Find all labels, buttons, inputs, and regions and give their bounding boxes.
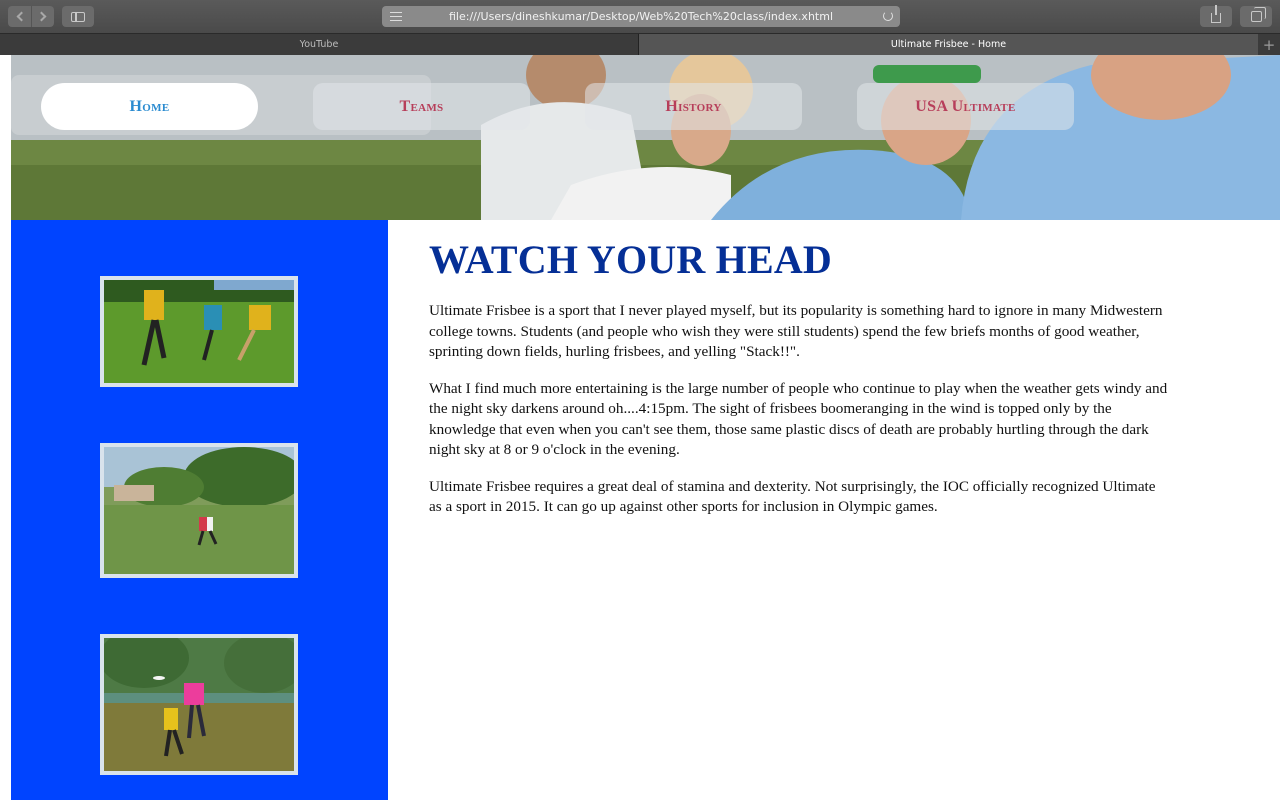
reload-icon[interactable] <box>883 11 893 21</box>
back-button[interactable] <box>8 6 31 27</box>
chevron-right-icon <box>36 11 47 22</box>
page-headline: WATCH YOUR HEAD <box>429 237 833 282</box>
show-tabs-button[interactable] <box>1240 6 1272 27</box>
new-tab-button[interactable]: + <box>1258 34 1280 55</box>
frisbee-players-photo-1 <box>100 276 298 387</box>
tabs-overview-icon <box>1250 7 1266 22</box>
share-icon <box>1211 5 1221 23</box>
frisbee-catch-photo-3 <box>100 634 298 775</box>
sidebar-toggle-button[interactable] <box>62 6 94 27</box>
frisbee-field-photo-2 <box>100 443 298 578</box>
reader-icon[interactable] <box>390 12 402 21</box>
photo-sidebar <box>11 220 388 800</box>
address-bar[interactable]: file:///Users/dineshkumar/Desktop/Web%20… <box>382 6 900 27</box>
main-content: WATCH YOUR HEAD Ultimate Frisbee is a sp… <box>429 220 1189 518</box>
nav-history[interactable]: History <box>585 83 802 130</box>
hero-photo <box>11 55 1280 220</box>
sidebar-icon <box>71 11 85 22</box>
nav-teams[interactable]: Teams <box>313 83 530 130</box>
paragraph-weather: What I find much more entertaining is th… <box>429 379 1168 459</box>
paragraph-olympics: Ultimate Frisbee requires a great deal o… <box>429 477 1156 516</box>
nav-usa-ultimate[interactable]: USA Ultimate <box>857 83 1074 130</box>
url-text: file:///Users/dineshkumar/Desktop/Web%20… <box>448 10 833 23</box>
paragraph-intro: Ultimate Frisbee is a sport that I never… <box>429 302 1163 360</box>
tab-bar: YouTube Ultimate Frisbee - Home + <box>0 34 1280 55</box>
hero-banner: Home Teams History USA Ultimate <box>11 55 1280 220</box>
forward-button[interactable] <box>31 6 54 27</box>
tab-ultimate-frisbee-home[interactable]: Ultimate Frisbee - Home <box>639 34 1258 55</box>
nav-home[interactable]: Home <box>41 83 258 130</box>
chevron-left-icon <box>16 11 26 22</box>
share-button[interactable] <box>1200 5 1232 27</box>
page-left-margin <box>0 55 11 800</box>
tab-youtube[interactable]: YouTube <box>0 34 639 55</box>
browser-toolbar: file:///Users/dineshkumar/Desktop/Web%20… <box>0 0 1280 34</box>
